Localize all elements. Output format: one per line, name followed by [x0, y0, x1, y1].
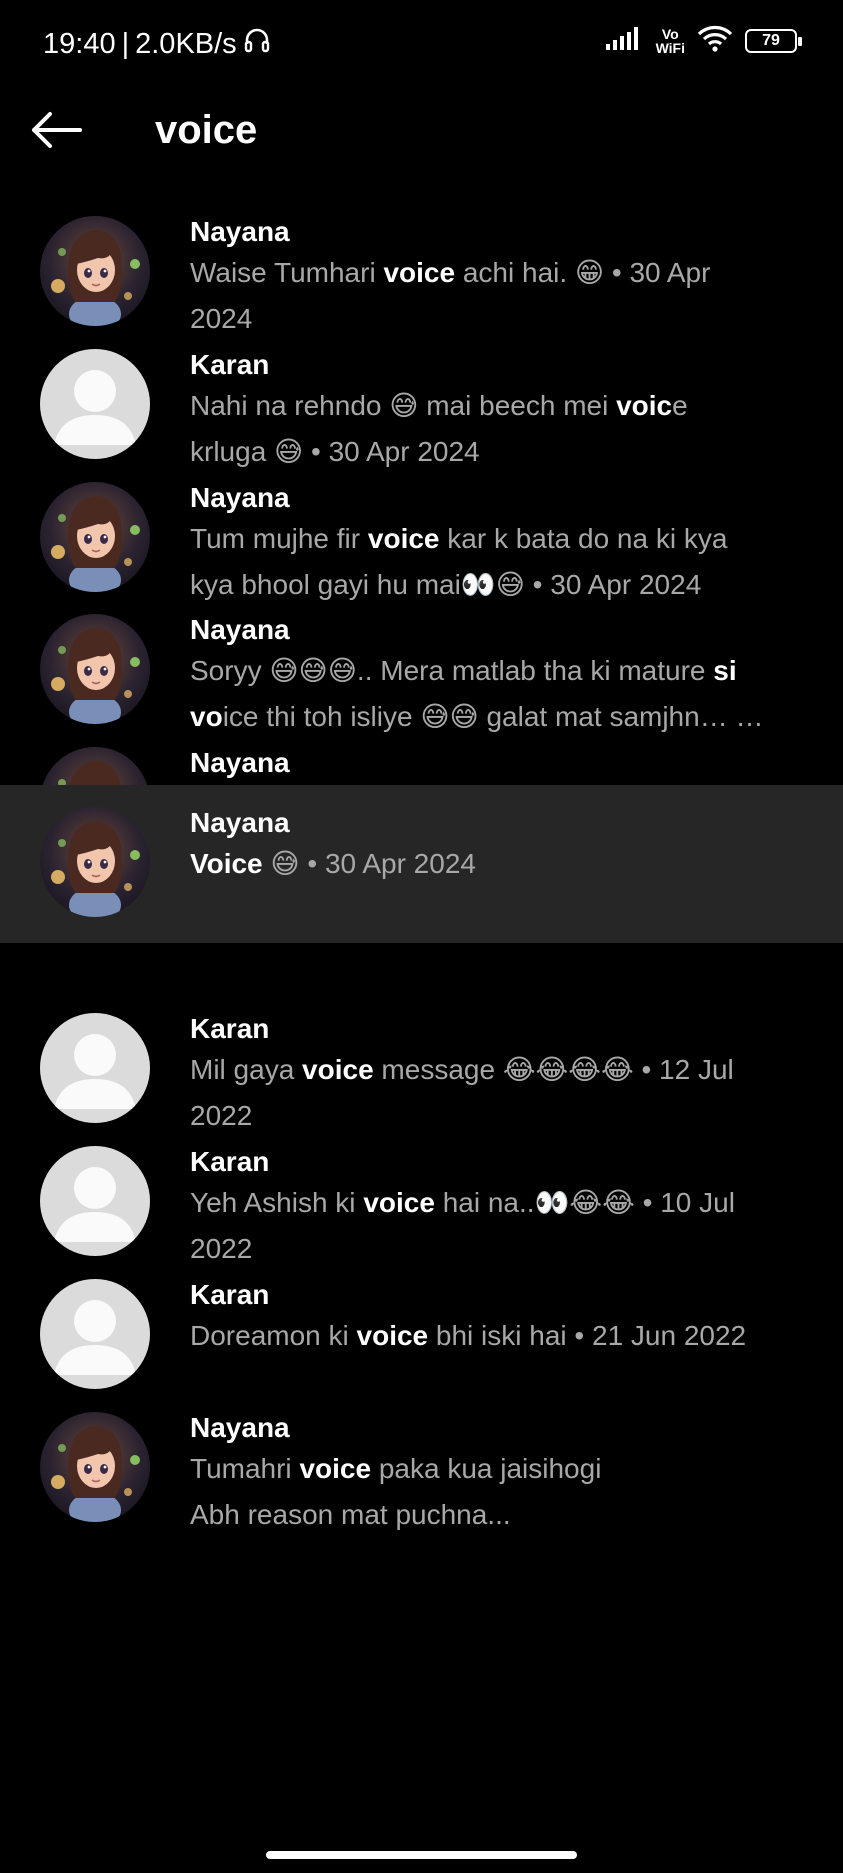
result-text: Karan Yeh Ashish ki voice hai na..👀😂😂 • 1…	[190, 1144, 823, 1272]
highlighted-match: voice	[356, 1320, 429, 1351]
default-avatar	[40, 1146, 150, 1256]
message-snippet-line-1: Waise Tumhari voice achi hai. 😁 • 30 Apr	[190, 250, 823, 296]
snippet-text: Tumahri	[190, 1453, 300, 1484]
message-snippet-line-2: Abh reason mat puchna...	[190, 1492, 823, 1538]
sender-name: Nayana	[190, 614, 290, 645]
default-avatar	[40, 349, 150, 459]
vowifi-indicator: Vo WiFi	[656, 27, 685, 55]
search-header: voice	[0, 90, 843, 180]
search-result-row[interactable]: Karan Nahi na rehndo 😅 mai beech mei voic…	[0, 333, 843, 467]
sender-name: Karan	[190, 1013, 270, 1044]
message-snippet-line-1: Mil gaya voice message 😂😂😂😂 • 12 Jul	[190, 1047, 823, 1093]
highlighted-match: vo	[190, 701, 223, 732]
highlighted-match: si	[713, 655, 737, 686]
sender-name: Nayana	[190, 1412, 290, 1443]
status-separator: |	[121, 27, 130, 60]
snippet-text: paka kua jaisihogi	[371, 1453, 602, 1484]
highlighted-match: voice	[302, 1054, 374, 1085]
message-snippet-line-1: Soryy 😅😅😅.. Mera matlab tha ki mature si	[190, 648, 823, 694]
search-result-row[interactable]: Nayana Soryy 😅😅😅.. Mera matlab tha ki mat…	[0, 598, 843, 732]
highlighted-match: Voice	[190, 848, 263, 879]
avatar	[40, 807, 150, 917]
result-text: Karan Doreamon ki voice bhi iski hai • 21…	[190, 1277, 823, 1359]
avatar	[40, 482, 150, 592]
home-indicator[interactable]	[266, 1851, 577, 1859]
search-result-row[interactable]: Nayana Tumahri voice paka kua jaisihogi Ab…	[0, 1396, 843, 1530]
avatar	[40, 1412, 150, 1522]
search-result-row[interactable]: Karan Doreamon ki voice bhi iski hai • 21…	[0, 1263, 843, 1396]
sender-name: Karan	[190, 1279, 270, 1310]
wifi-icon	[697, 24, 733, 57]
snippet-text: hai na..👀😂😂 • 10 Jul	[434, 1187, 735, 1218]
headphones-icon	[243, 26, 271, 62]
status-right: Vo WiFi 79	[605, 24, 802, 57]
snippet-text: Nahi na rehndo 😅 mai beech mei	[190, 390, 617, 421]
message-snippet-line-1: Nahi na rehndo 😅 mai beech mei voice	[190, 383, 823, 429]
message-snippet-line-1: Voice 😅 • 30 Apr 2024	[190, 841, 823, 887]
message-snippet-line-1: Tumahri voice paka kua jaisihogi	[190, 1446, 823, 1492]
snippet-text: 2022	[190, 1100, 253, 1131]
snippet-text: Tum mujhe fir	[190, 523, 368, 554]
snippet-text: krluga 😅 • 30 Apr 2024	[190, 436, 480, 467]
highlighted-match: voice	[299, 1453, 372, 1484]
highlighted-match: voice	[363, 1187, 435, 1218]
snippet-text: e	[672, 390, 688, 421]
network-speed: 2.0KB/s	[135, 27, 237, 60]
search-result-row[interactable]: Nayana Waise Tumhari voice achi hai. 😁 • …	[0, 200, 843, 334]
snippet-text: kya bhool gayi hu mai👀😅 • 30 Apr 2024	[190, 569, 702, 600]
sender-name: Nayana	[190, 747, 290, 778]
message-snippet-line-1: Tum mujhe fir voice kar k bata do na ki …	[190, 516, 823, 562]
highlighted-match: voice	[367, 523, 440, 554]
result-text: Karan Nahi na rehndo 😅 mai beech mei voic…	[190, 347, 823, 475]
sender-name: Nayana	[190, 216, 290, 247]
snippet-text: Doreamon ki	[190, 1320, 357, 1351]
status-time: 19:40	[43, 27, 116, 60]
default-avatar	[40, 1013, 150, 1123]
message-snippet-line-1: Doreamon ki voice bhi iski hai • 21 Jun …	[190, 1313, 823, 1359]
snippet-text: Waise Tumhari	[190, 257, 384, 288]
highlighted-match: voice	[383, 257, 456, 288]
status-left: 19:40 | 2.0KB/s	[43, 26, 271, 62]
result-text: Karan Mil gaya voice message 😂😂😂😂 • 12 Ju…	[190, 1011, 823, 1139]
snippet-text: 2024	[190, 303, 253, 334]
result-text: Nayana Waise Tumhari voice achi hai. 😁 • …	[190, 214, 823, 342]
back-button[interactable]	[30, 110, 90, 160]
search-query[interactable]: voice	[155, 108, 257, 153]
avatar	[40, 216, 150, 326]
result-text: Nayana Soryy 😅😅😅.. Mera matlab tha ki mat…	[190, 612, 823, 740]
default-avatar	[40, 1279, 150, 1389]
snippet-text: message 😂😂😂😂 • 12 Jul	[373, 1054, 734, 1085]
result-text: Nayana Tumahri voice paka kua jaisihogi Ab…	[190, 1410, 823, 1538]
snippet-text: kar k bata do na ki kya	[439, 523, 728, 554]
snippet-text: ice thi toh isliye 😅😅 galat mat samjhn… …	[222, 701, 764, 732]
sender-name: Nayana	[190, 482, 290, 513]
snippet-text: Soryy 😅😅😅.. Mera matlab tha ki mature	[190, 655, 714, 686]
search-result-row[interactable]: Nayana Voice 😅 • 30 Apr 2024	[0, 785, 843, 943]
search-result-row[interactable]: Karan Yeh Ashish ki voice hai na..👀😂😂 • 1…	[0, 1130, 843, 1264]
arrow-left-icon	[30, 112, 82, 154]
snippet-text: Mil gaya	[190, 1054, 303, 1085]
search-result-row[interactable]: Nayana Tum mujhe fir voice kar k bata do …	[0, 466, 843, 600]
battery-indicator: 79	[745, 28, 802, 53]
snippet-text: Yeh Ashish ki	[190, 1187, 364, 1218]
sender-name: Karan	[190, 349, 270, 380]
search-result-row[interactable]: Karan Mil gaya voice message 😂😂😂😂 • 12 Ju…	[0, 997, 843, 1131]
sender-name: Nayana	[190, 807, 290, 838]
snippet-text: achi hai. 😁 • 30 Apr	[455, 257, 711, 288]
highlighted-match: voic	[616, 390, 673, 421]
snippet-text: 2022	[190, 1233, 253, 1264]
result-text: Nayana Voice 😅 • 30 Apr 2024	[190, 805, 823, 887]
status-bar: 19:40 | 2.0KB/s Vo WiFi 79	[0, 0, 843, 90]
avatar	[40, 614, 150, 724]
signal-icon	[605, 26, 644, 55]
snippet-text: Abh reason mat puchna...	[190, 1499, 511, 1530]
message-snippet-line-1: Yeh Ashish ki voice hai na..👀😂😂 • 10 Jul	[190, 1180, 823, 1226]
snippet-text: bhi iski hai • 21 Jun 2022	[428, 1320, 747, 1351]
snippet-text: 😅 • 30 Apr 2024	[262, 848, 476, 879]
result-text: Nayana Tum mujhe fir voice kar k bata do …	[190, 480, 823, 608]
sender-name: Karan	[190, 1146, 270, 1177]
vowifi-bottom: WiFi	[655, 39, 685, 56]
